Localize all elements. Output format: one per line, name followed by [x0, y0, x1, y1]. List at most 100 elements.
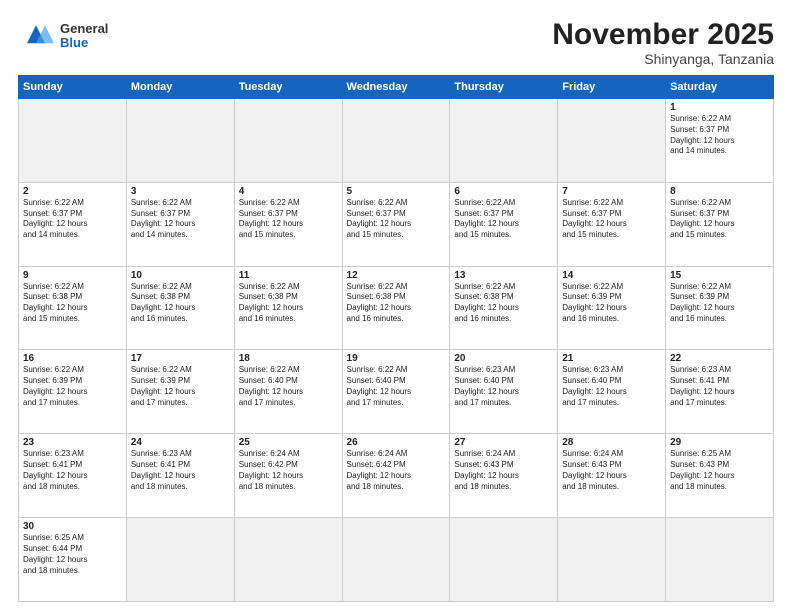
calendar-day-cell: 6Sunrise: 6:22 AM Sunset: 6:37 PM Daylig… [450, 182, 558, 266]
calendar-week-row: 1Sunrise: 6:22 AM Sunset: 6:37 PM Daylig… [19, 99, 774, 183]
calendar-day-cell: 19Sunrise: 6:22 AM Sunset: 6:40 PM Dayli… [342, 350, 450, 434]
calendar-day-cell: 2Sunrise: 6:22 AM Sunset: 6:37 PM Daylig… [19, 182, 127, 266]
day-number: 20 [454, 353, 553, 364]
calendar-day-cell [126, 518, 234, 602]
weekday-header: Saturday [666, 76, 774, 99]
page: General Blue November 2025 Shinyanga, Ta… [0, 0, 792, 612]
day-number: 29 [670, 437, 769, 448]
calendar-day-cell [558, 518, 666, 602]
calendar-day-cell: 5Sunrise: 6:22 AM Sunset: 6:37 PM Daylig… [342, 182, 450, 266]
calendar-day-cell [450, 518, 558, 602]
day-info: Sunrise: 6:22 AM Sunset: 6:38 PM Dayligh… [454, 282, 553, 325]
day-number: 1 [670, 102, 769, 113]
day-info: Sunrise: 6:25 AM Sunset: 6:44 PM Dayligh… [23, 533, 122, 576]
calendar-day-cell: 23Sunrise: 6:23 AM Sunset: 6:41 PM Dayli… [19, 434, 127, 518]
calendar-day-cell [342, 99, 450, 183]
calendar-day-cell: 14Sunrise: 6:22 AM Sunset: 6:39 PM Dayli… [558, 266, 666, 350]
day-info: Sunrise: 6:22 AM Sunset: 6:39 PM Dayligh… [131, 365, 230, 408]
day-info: Sunrise: 6:22 AM Sunset: 6:37 PM Dayligh… [347, 198, 446, 241]
weekday-header: Wednesday [342, 76, 450, 99]
logo-text: General Blue [60, 22, 108, 51]
day-info: Sunrise: 6:23 AM Sunset: 6:40 PM Dayligh… [562, 365, 661, 408]
calendar-day-cell: 25Sunrise: 6:24 AM Sunset: 6:42 PM Dayli… [234, 434, 342, 518]
calendar-day-cell [126, 99, 234, 183]
day-number: 21 [562, 353, 661, 364]
day-info: Sunrise: 6:22 AM Sunset: 6:39 PM Dayligh… [562, 282, 661, 325]
day-info: Sunrise: 6:22 AM Sunset: 6:37 PM Dayligh… [670, 114, 769, 157]
calendar-day-cell: 13Sunrise: 6:22 AM Sunset: 6:38 PM Dayli… [450, 266, 558, 350]
day-info: Sunrise: 6:22 AM Sunset: 6:37 PM Dayligh… [131, 198, 230, 241]
day-info: Sunrise: 6:22 AM Sunset: 6:38 PM Dayligh… [131, 282, 230, 325]
day-number: 28 [562, 437, 661, 448]
calendar-week-row: 2 Sunrise: 6:22 AM Sunset: 6:37 PM Daylig… [19, 182, 774, 266]
calendar-day-cell: 28Sunrise: 6:24 AM Sunset: 6:43 PM Dayli… [558, 434, 666, 518]
day-number: 13 [454, 270, 553, 281]
day-number: 19 [347, 353, 446, 364]
day-number: 9 [23, 270, 122, 281]
calendar-table: SundayMondayTuesdayWednesdayThursdayFrid… [18, 75, 774, 602]
day-number: 17 [131, 353, 230, 364]
calendar-day-cell: 11Sunrise: 6:22 AM Sunset: 6:38 PM Dayli… [234, 266, 342, 350]
day-info: Sunrise: 6:22 AM Sunset: 6:40 PM Dayligh… [347, 365, 446, 408]
calendar-day-cell: 7Sunrise: 6:22 AM Sunset: 6:37 PM Daylig… [558, 182, 666, 266]
day-number: 18 [239, 353, 338, 364]
day-info: Sunrise: 6:23 AM Sunset: 6:41 PM Dayligh… [131, 449, 230, 492]
day-number: 24 [131, 437, 230, 448]
calendar-day-cell: 30Sunrise: 6:25 AM Sunset: 6:44 PM Dayli… [19, 518, 127, 602]
logo-icon [18, 18, 54, 54]
day-number: 26 [347, 437, 446, 448]
day-info: Sunrise: 6:24 AM Sunset: 6:42 PM Dayligh… [239, 449, 338, 492]
logo-general: General [60, 22, 108, 36]
header: General Blue November 2025 Shinyanga, Ta… [18, 18, 774, 67]
calendar-day-cell: 15Sunrise: 6:22 AM Sunset: 6:39 PM Dayli… [666, 266, 774, 350]
calendar-day-cell [558, 99, 666, 183]
title-block: November 2025 Shinyanga, Tanzania [552, 18, 774, 67]
weekday-header: Tuesday [234, 76, 342, 99]
day-number: 6 [454, 186, 553, 197]
calendar-day-cell: 8Sunrise: 6:22 AM Sunset: 6:37 PM Daylig… [666, 182, 774, 266]
day-number: 2 [23, 186, 122, 197]
day-info: Sunrise: 6:22 AM Sunset: 6:38 PM Dayligh… [347, 282, 446, 325]
calendar-day-cell: 24Sunrise: 6:23 AM Sunset: 6:41 PM Dayli… [126, 434, 234, 518]
logo-blue: Blue [60, 36, 108, 50]
weekday-header: Monday [126, 76, 234, 99]
calendar-day-cell: 21Sunrise: 6:23 AM Sunset: 6:40 PM Dayli… [558, 350, 666, 434]
day-number: 23 [23, 437, 122, 448]
calendar-day-cell: 16Sunrise: 6:22 AM Sunset: 6:39 PM Dayli… [19, 350, 127, 434]
day-number: 16 [23, 353, 122, 364]
calendar-day-cell: 3Sunrise: 6:22 AM Sunset: 6:37 PM Daylig… [126, 182, 234, 266]
day-info: Sunrise: 6:22 AM Sunset: 6:37 PM Dayligh… [239, 198, 338, 241]
day-info: Sunrise: 6:22 AM Sunset: 6:39 PM Dayligh… [670, 282, 769, 325]
calendar-day-cell [666, 518, 774, 602]
day-info: Sunrise: 6:25 AM Sunset: 6:43 PM Dayligh… [670, 449, 769, 492]
month-title: November 2025 [552, 18, 774, 51]
calendar-day-cell: 4Sunrise: 6:22 AM Sunset: 6:37 PM Daylig… [234, 182, 342, 266]
calendar-week-row: 23Sunrise: 6:23 AM Sunset: 6:41 PM Dayli… [19, 434, 774, 518]
day-number: 30 [23, 521, 122, 532]
day-number: 22 [670, 353, 769, 364]
calendar-day-cell [342, 518, 450, 602]
calendar-day-cell: 27Sunrise: 6:24 AM Sunset: 6:43 PM Dayli… [450, 434, 558, 518]
day-info: Sunrise: 6:22 AM Sunset: 6:40 PM Dayligh… [239, 365, 338, 408]
calendar-day-cell: 20Sunrise: 6:23 AM Sunset: 6:40 PM Dayli… [450, 350, 558, 434]
calendar-day-cell: 10Sunrise: 6:22 AM Sunset: 6:38 PM Dayli… [126, 266, 234, 350]
calendar-week-row: 30Sunrise: 6:25 AM Sunset: 6:44 PM Dayli… [19, 518, 774, 602]
day-info: Sunrise: 6:22 AM Sunset: 6:37 PM Dayligh… [670, 198, 769, 241]
day-number: 7 [562, 186, 661, 197]
day-info: Sunrise: 6:22 AM Sunset: 6:37 PM Dayligh… [454, 198, 553, 241]
calendar-week-row: 9 Sunrise: 6:22 AM Sunset: 6:38 PM Daylig… [19, 266, 774, 350]
day-info: Sunrise: 6:23 AM Sunset: 6:41 PM Dayligh… [670, 365, 769, 408]
day-number: 25 [239, 437, 338, 448]
day-info: Sunrise: 6:23 AM Sunset: 6:40 PM Dayligh… [454, 365, 553, 408]
day-info: Sunrise: 6:22 AM Sunset: 6:39 PM Dayligh… [23, 365, 122, 408]
weekday-header: Friday [558, 76, 666, 99]
day-info: Sunrise: 6:22 AM Sunset: 6:38 PM Dayligh… [239, 282, 338, 325]
calendar-day-cell: 29Sunrise: 6:25 AM Sunset: 6:43 PM Dayli… [666, 434, 774, 518]
calendar-day-cell: 1Sunrise: 6:22 AM Sunset: 6:37 PM Daylig… [666, 99, 774, 183]
day-number: 11 [239, 270, 338, 281]
day-number: 15 [670, 270, 769, 281]
day-info: Sunrise: 6:23 AM Sunset: 6:41 PM Dayligh… [23, 449, 122, 492]
weekday-header: Sunday [19, 76, 127, 99]
calendar-day-cell: 18Sunrise: 6:22 AM Sunset: 6:40 PM Dayli… [234, 350, 342, 434]
calendar-day-cell [234, 99, 342, 183]
